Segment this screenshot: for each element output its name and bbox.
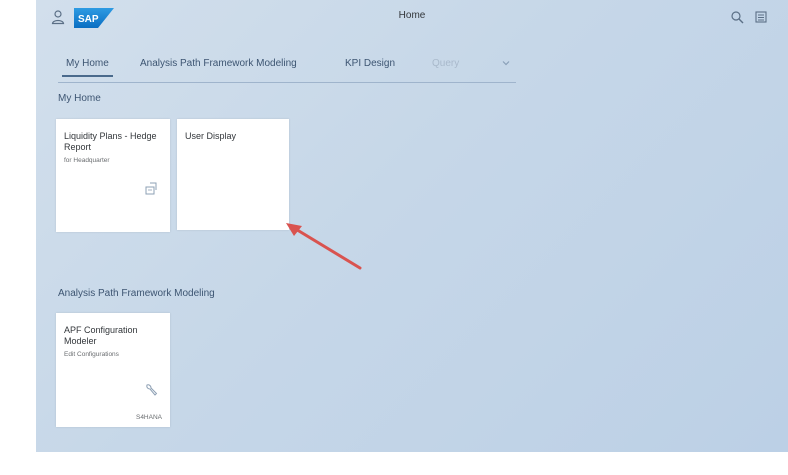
tile-title: User Display	[185, 131, 237, 141]
launchpad-frame: SAP Home My Home Analysis Path Framework…	[36, 0, 788, 452]
section-title-my-home: My Home	[58, 93, 101, 104]
tab-analysis-path-framework-modeling[interactable]: Analysis Path Framework Modeling	[140, 58, 297, 69]
section-title-analysis-path-framework-modeling: Analysis Path Framework Modeling	[58, 288, 215, 299]
tile-subtitle: Edit Configurations	[64, 351, 119, 358]
tile-footer: S4HANA	[135, 414, 162, 421]
tile-title: APF Configuration Modeler	[64, 325, 138, 346]
tab-my-home[interactable]: My Home	[62, 58, 113, 77]
report-icon	[145, 182, 157, 195]
tile-apf-configuration-modeler[interactable]: APF Configuration Modeler Edit Configura…	[56, 313, 170, 427]
tab-query[interactable]: Query	[432, 58, 459, 69]
tile-subtitle: for Headquarter	[64, 157, 110, 164]
tile-liquidity-plans-hedge-report[interactable]: Liquidity Plans - Hedge Report for Headq…	[56, 119, 170, 232]
shell-title: Home	[398, 10, 426, 21]
wrench-icon	[146, 384, 158, 396]
search-icon[interactable]	[730, 10, 744, 24]
chevron-down-icon[interactable]	[500, 57, 512, 69]
shell-header: SAP Home	[36, 0, 788, 40]
tile-user-display[interactable]: User Display	[177, 119, 289, 230]
notifications-menu-icon[interactable]	[754, 10, 768, 24]
tab-kpi-design[interactable]: KPI Design	[345, 58, 395, 69]
tile-title: Liquidity Plans - Hedge Report	[64, 131, 157, 152]
annotation-arrow	[286, 223, 362, 270]
group-tab-bar: My Home Analysis Path Framework Modeling…	[58, 50, 516, 83]
